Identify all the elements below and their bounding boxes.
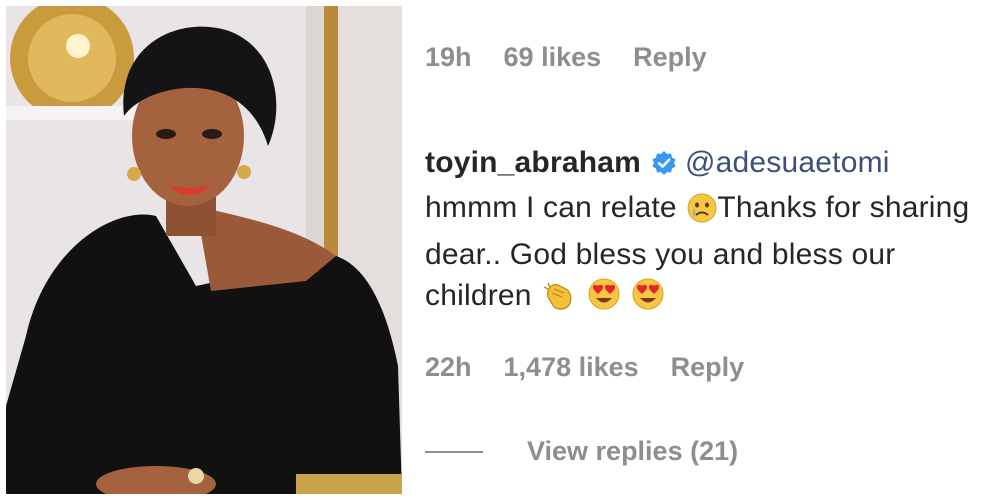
heart-eyes-emoji-icon xyxy=(631,277,665,322)
comment-meta: 22h 1,478 likes Reply xyxy=(425,352,776,383)
comment-time: 22h xyxy=(425,352,472,382)
comment-body: toyin_abraham @adesuaetomi hmmm I can rel… xyxy=(425,142,985,322)
replies-divider-line xyxy=(425,450,483,453)
comment-text-part1: hmmm I can relate xyxy=(425,191,677,224)
comment-reply-button[interactable]: Reply xyxy=(671,352,745,383)
clapping-hands-emoji-icon xyxy=(542,279,576,322)
verified-badge-icon xyxy=(651,146,677,187)
comment-mention-link[interactable]: @adesuaetomi xyxy=(685,146,890,179)
view-replies-button[interactable]: View replies (21) xyxy=(425,436,738,467)
previous-comment-time: 19h xyxy=(425,42,472,72)
previous-comment-reply-button[interactable]: Reply xyxy=(633,42,707,73)
previous-comment-likes[interactable]: 69 likes xyxy=(504,42,602,73)
comment-thread: 19h 69 likes Reply toyin_abraham @adesuae… xyxy=(425,0,995,500)
comment-likes[interactable]: 1,478 likes xyxy=(504,352,639,383)
profile-photo xyxy=(6,6,402,494)
previous-comment-meta: 19h 69 likes Reply xyxy=(425,42,739,73)
comment-username[interactable]: toyin_abraham xyxy=(425,146,641,179)
heart-eyes-emoji-icon xyxy=(587,277,621,322)
view-replies-label: View replies (21) xyxy=(527,436,739,466)
crying-face-emoji-icon xyxy=(687,193,717,234)
panel-divider xyxy=(408,0,412,500)
portrait-illustration xyxy=(6,6,402,494)
